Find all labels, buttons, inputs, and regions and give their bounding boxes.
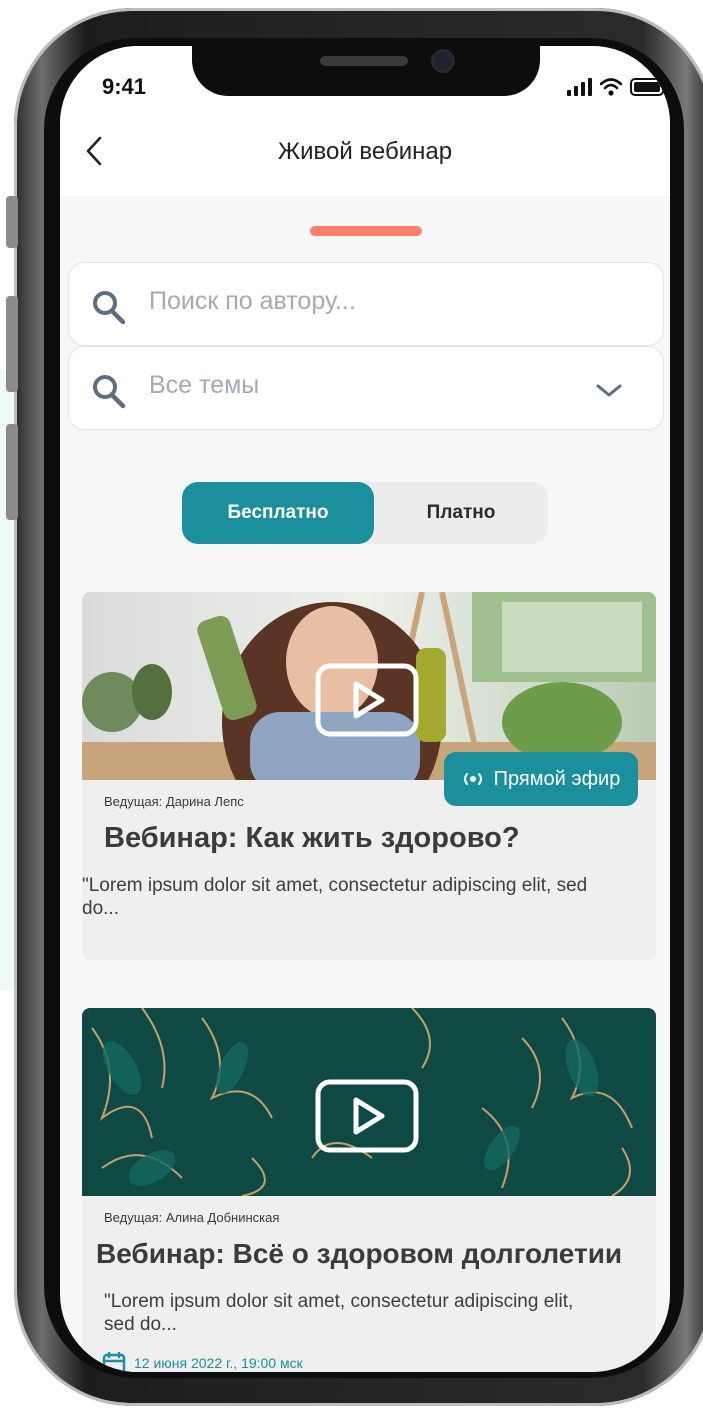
battery-icon xyxy=(630,78,664,96)
sheet-handle[interactable] xyxy=(310,226,422,236)
front-camera xyxy=(434,52,452,70)
live-broadcast-badge[interactable]: Прямой эфир xyxy=(444,752,638,806)
author-search-placeholder: Поиск по автору... xyxy=(149,287,356,315)
side-button-volume-down xyxy=(6,424,18,520)
topic-select-value: Все темы xyxy=(149,371,260,399)
live-broadcast-icon xyxy=(463,773,482,785)
system-icons xyxy=(567,78,664,96)
webinar-date: 12 июня 2022 г., 19:00 мск xyxy=(102,1352,303,1372)
webinar-card[interactable]: Ведущая: Алина Добнинская Вебинар: Всё о… xyxy=(82,1008,656,1372)
price-segmented-control: Бесплатно Платно xyxy=(182,482,548,544)
webinar-host: Ведущая: Алина Добнинская xyxy=(104,1210,280,1225)
play-icon[interactable] xyxy=(314,1078,420,1154)
device-notch xyxy=(192,46,540,96)
chevron-down-icon[interactable] xyxy=(595,383,623,399)
webinar-cover-image xyxy=(82,1008,656,1196)
topic-select[interactable]: Все темы xyxy=(68,346,664,430)
page-title: Живой вебинар xyxy=(277,138,453,165)
live-badge-label: Прямой эфир xyxy=(493,767,621,790)
signal-icon xyxy=(567,78,592,96)
webinar-date-label: 12 июня 2022 г., 19:00 мск xyxy=(134,1355,303,1371)
tab-paid[interactable]: Платно xyxy=(374,482,548,544)
status-time: 9:41 xyxy=(102,74,147,99)
wifi-icon xyxy=(600,78,622,96)
side-button-mute xyxy=(6,196,18,248)
side-button-volume-up xyxy=(6,296,18,392)
webinar-title[interactable]: Вебинар: Как жить здорово? xyxy=(104,822,520,855)
webinar-host: Ведущая: Дарина Лепс xyxy=(104,794,244,809)
search-icon xyxy=(93,291,126,325)
app-screen: 9:41 Живой вебинар Поиск по автору... Вс… xyxy=(60,46,670,1372)
author-search-input[interactable]: Поиск по автору... xyxy=(68,262,664,346)
speaker-grille xyxy=(320,56,408,66)
webinar-description: "Lorem ipsum dolor sit amet, consectetur… xyxy=(104,1291,574,1335)
webinar-title[interactable]: Вебинар: Всё о здоровом долголетии xyxy=(96,1238,622,1270)
webinar-description: "Lorem ipsum dolor sit amet, consectetur… xyxy=(82,875,588,919)
tab-free[interactable]: Бесплатно xyxy=(182,482,374,544)
search-icon xyxy=(93,375,126,409)
calendar-icon xyxy=(102,1352,126,1372)
play-icon[interactable] xyxy=(314,662,420,738)
